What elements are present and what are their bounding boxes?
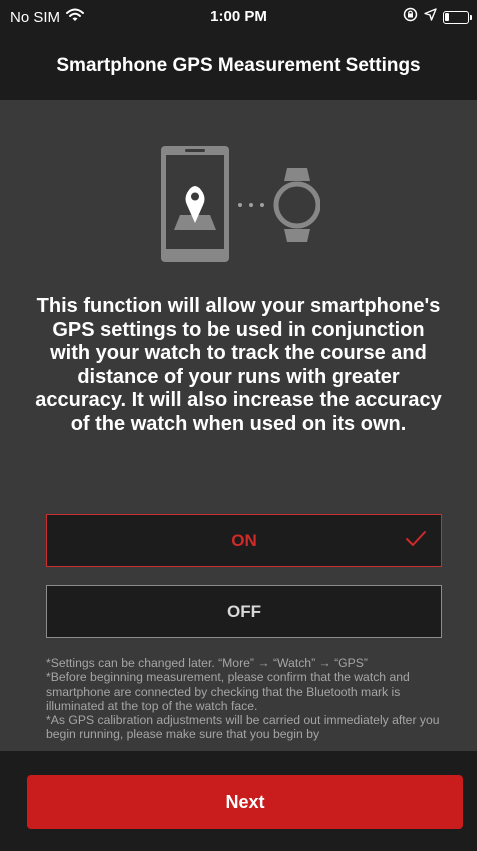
checkmark-icon bbox=[405, 530, 427, 552]
note-bluetooth: *Before beginning measurement, please co… bbox=[46, 670, 410, 713]
nav-bar: Smartphone GPS Measurement Settings bbox=[0, 34, 477, 100]
watch-icon bbox=[273, 168, 321, 242]
phone-watch-illustration bbox=[160, 145, 321, 265]
orientation-lock-icon bbox=[403, 7, 418, 27]
page-title: Smartphone GPS Measurement Settings bbox=[56, 55, 421, 76]
gps-off-option[interactable]: OFF bbox=[46, 585, 442, 638]
battery-icon bbox=[443, 10, 472, 24]
location-arrow-icon bbox=[424, 8, 437, 26]
phone-map-pin-icon bbox=[161, 146, 229, 262]
main-content[interactable]: This function will allow your smartphone… bbox=[0, 100, 477, 751]
gps-on-option[interactable]: ON bbox=[46, 514, 442, 567]
note-settings-path: *Settings can be changed later. “More” →… bbox=[46, 656, 368, 670]
on-option-label: ON bbox=[231, 530, 257, 550]
next-button[interactable]: Next bbox=[27, 775, 463, 829]
settings-notes: *Settings can be changed later. “More” →… bbox=[46, 656, 442, 742]
status-bar: No SIM 1:00 PM bbox=[0, 0, 477, 34]
status-right bbox=[403, 7, 472, 27]
next-button-label: Next bbox=[225, 791, 265, 812]
note-calibration: *As GPS calibration adjustments will be … bbox=[46, 713, 440, 742]
bottom-bar: Next bbox=[0, 751, 477, 851]
function-description: This function will allow your smartphone… bbox=[35, 295, 442, 435]
off-option-label: OFF bbox=[227, 601, 261, 621]
